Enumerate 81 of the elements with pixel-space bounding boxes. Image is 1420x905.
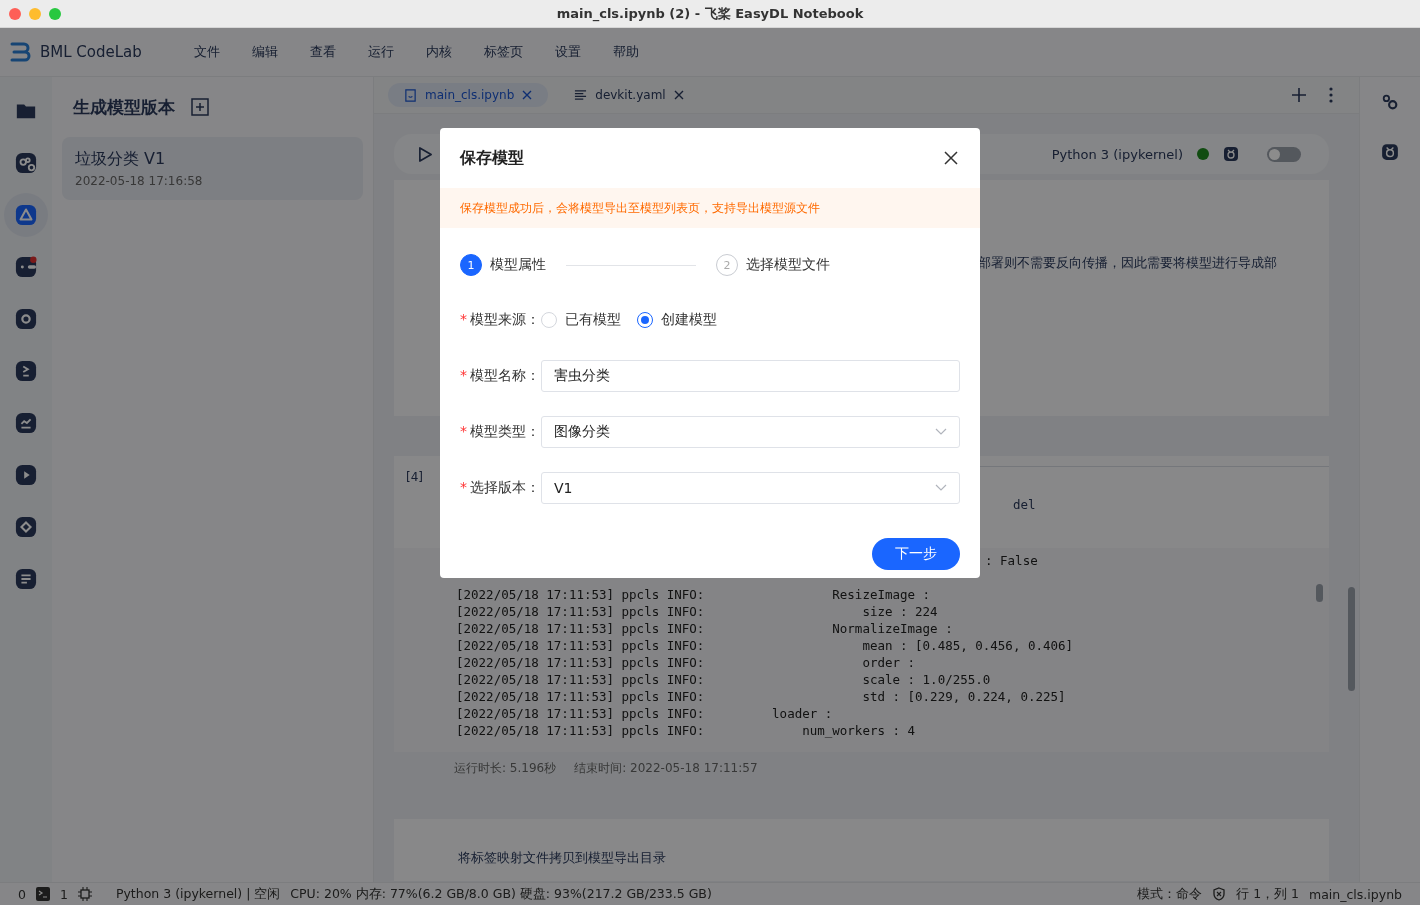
shield-icon[interactable] [1212, 887, 1227, 901]
log-line: [2022/05/18 17:11:53] ppcls INFO: order : [456, 654, 917, 671]
text-file-icon [574, 88, 588, 102]
cursor-position: 行 1，列 1 [1236, 885, 1299, 903]
terminal-icon[interactable] [15, 360, 37, 382]
required-mark: * [460, 311, 467, 327]
add-icon[interactable] [191, 98, 209, 116]
log-line: : False [985, 553, 1038, 568]
next-button[interactable]: 下一步 [872, 538, 960, 570]
required-mark: * [460, 479, 467, 495]
run-info: 结束时间: 2022-05-18 17:11:57 [574, 760, 758, 777]
version-card[interactable]: 垃圾分类 V1 2022-05-18 17:16:58 [62, 137, 363, 200]
log-line: [2022/05/18 17:11:53] ppcls INFO: loader : [456, 705, 834, 722]
bug-icon[interactable] [1223, 146, 1239, 162]
link-icon[interactable] [15, 152, 37, 174]
log-line: [2022/05/18 17:11:53] ppcls INFO: mean : [0.485, 0.456, 0.406] [456, 637, 1075, 654]
run-info: 运行时长: 5.196秒 [454, 760, 557, 777]
logo-icon [8, 40, 32, 64]
window-title: main_cls.ipynb (2) - 飞桨 EasyDL Notebook [556, 4, 864, 23]
dropdown-field[interactable]: 图像分类 [541, 416, 960, 448]
file-tab[interactable]: devkit.yaml [558, 83, 700, 107]
log-line: [2022/05/18 17:11:53] ppcls INFO: size : 224 [456, 603, 939, 620]
status-count: 0 [18, 886, 26, 902]
menu-item[interactable]: 运行 [367, 43, 394, 61]
required-mark: * [460, 423, 467, 439]
code-text: del [1013, 497, 1036, 512]
chevron-down-icon [935, 428, 947, 436]
menu-item[interactable]: 标签页 [483, 43, 523, 61]
step-number: 1 [460, 254, 482, 276]
chart-icon[interactable] [15, 412, 37, 434]
kernel-name: Python 3 (ipykernel) [1051, 146, 1183, 162]
menu-item[interactable]: 内核 [425, 43, 452, 61]
file-tab[interactable]: main_cls.ipynb [388, 83, 549, 107]
file-name: main_cls.ipynb [1309, 886, 1402, 902]
kernel-status[interactable]: Python 3 (ipykernel) | 空闲 [115, 885, 281, 903]
close-window-button[interactable] [9, 7, 21, 20]
app-name: BML CodeLab [40, 43, 142, 61]
radio-option[interactable]: 已有模型 [541, 311, 621, 329]
cell-prompt: [4] [406, 469, 423, 486]
step-label: 模型属性 [490, 256, 546, 274]
log-line: [2022/05/18 17:11:53] ppcls INFO: num_workers : 4 [456, 722, 917, 739]
menu-item[interactable]: 设置 [554, 43, 581, 61]
status-count: 1 [59, 886, 68, 902]
plus-icon[interactable] [1291, 87, 1307, 103]
run-icon[interactable] [418, 145, 433, 163]
scrollbar[interactable] [1316, 584, 1323, 602]
log-line: [2022/05/18 17:11:53] ppcls INFO: ResizeImage : [456, 586, 932, 603]
field-label: 模型名称： [470, 367, 540, 383]
close-icon[interactable] [944, 151, 958, 165]
notice-text: 保存模型成功后，会将模型导出至模型列表页，支持导出模型源文件 [460, 199, 820, 217]
notebook-icon [404, 88, 417, 102]
dialog-title: 保存模型 [460, 147, 524, 169]
log-line: [2022/05/18 17:11:53] ppcls INFO: NormalizeImage : [456, 620, 954, 637]
terminal-icon[interactable] [35, 887, 50, 901]
doc-icon[interactable] [15, 568, 37, 590]
bug-icon[interactable] [1381, 143, 1399, 161]
required-mark: * [460, 367, 467, 383]
field-label: 选择版本： [470, 479, 540, 495]
more-icon[interactable] [1329, 87, 1333, 103]
menu-item[interactable]: 查看 [309, 43, 336, 61]
resource-usage: CPU: 20% 内存: 77%(6.2 GB/8.0 GB) 硬盘: 93%(217.2 GB/233.5 GB) [290, 885, 712, 903]
play-icon[interactable] [15, 464, 37, 486]
dropdown-field[interactable]: V1 [541, 472, 960, 504]
field-label: 模型来源： [470, 311, 540, 327]
log-line: [2022/05/18 17:11:53] ppcls INFO: scale : 1.0/255.0 [456, 671, 992, 688]
scrollbar[interactable] [1348, 587, 1355, 691]
chevron-down-icon [935, 484, 947, 492]
cell-text: 将标签映射文件拷贝到模型导出目录 [458, 850, 666, 865]
toggle-switch[interactable] [1267, 146, 1301, 162]
step-label: 选择模型文件 [746, 256, 830, 274]
mode-indicator: 模式：命令 [1137, 885, 1203, 903]
name-input-field[interactable]: 害虫分类 [541, 360, 960, 392]
menu-item[interactable]: 文件 [193, 43, 220, 61]
field-label: 模型类型： [470, 423, 540, 439]
panel-title: 生成模型版本 [73, 95, 175, 119]
chat-icon[interactable] [15, 256, 37, 278]
menu-item[interactable]: 帮助 [612, 43, 639, 61]
menu-item[interactable]: 编辑 [251, 43, 278, 61]
log-line: [2022/05/18 17:11:53] ppcls INFO: std : [0.229, 0.224, 0.225] [456, 688, 1067, 705]
chip-icon[interactable] [77, 887, 92, 901]
radio-option[interactable]: 创建模型 [637, 311, 717, 329]
